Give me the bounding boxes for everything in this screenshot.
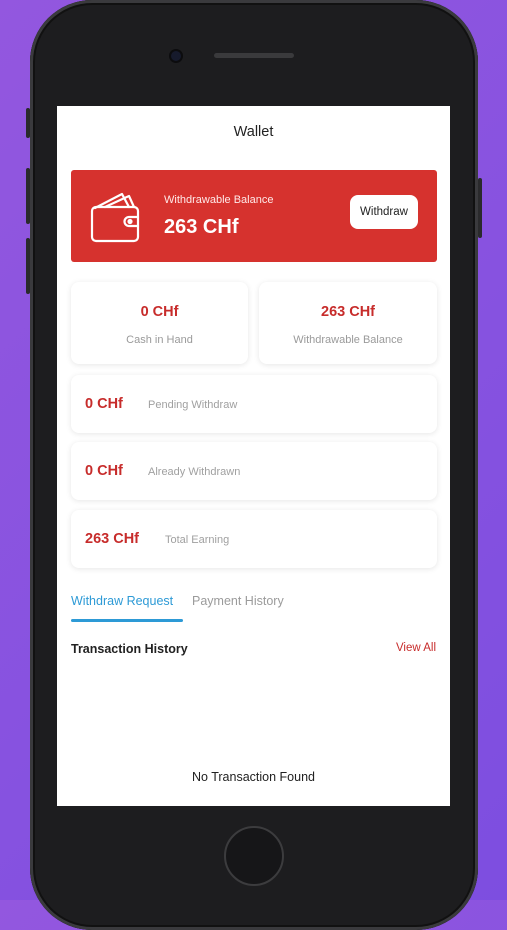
tab-payment-history[interactable]: Payment History (192, 594, 284, 608)
already-withdrawn-label: Already Withdrawn (148, 466, 241, 478)
cash-in-hand-label: Cash in Hand (126, 334, 193, 346)
total-earning-label: Total Earning (165, 534, 230, 546)
app-screen: Wallet Withdrawable Balance 263 CHf With… (57, 106, 450, 806)
balance-label: Withdrawable Balance (164, 194, 274, 206)
view-all-link[interactable]: View All (396, 642, 436, 654)
cash-in-hand-value: 0 CHf (140, 304, 179, 320)
withdrawable-balance-stat-card: 263 CHf Withdrawable Balance (259, 282, 437, 364)
volume-down-button (26, 238, 30, 294)
total-earning-card: 263 CHf Total Earning (71, 510, 437, 568)
empty-state-message: No Transaction Found (192, 770, 315, 784)
already-withdrawn-value: 0 CHf (85, 463, 123, 479)
wallet-icon (90, 192, 140, 243)
home-button[interactable] (224, 826, 284, 886)
already-withdrawn-card: 0 CHf Already Withdrawn (71, 442, 437, 500)
total-earning-value: 263 CHf (85, 531, 139, 547)
earpiece-speaker (214, 53, 294, 58)
withdraw-button[interactable]: Withdraw (350, 195, 418, 229)
cash-in-hand-card: 0 CHf Cash in Hand (71, 282, 248, 364)
mute-switch (26, 108, 30, 138)
active-tab-indicator (71, 619, 183, 622)
balance-value: 263 CHf (164, 216, 239, 238)
withdrawable-balance-card: Withdrawable Balance 263 CHf Withdraw (71, 170, 437, 262)
withdrawable-balance-label: Withdrawable Balance (293, 334, 403, 346)
tab-withdraw-request[interactable]: Withdraw Request (71, 594, 173, 608)
power-button (478, 178, 482, 238)
withdrawable-balance-value: 263 CHf (321, 304, 375, 320)
pending-withdraw-label: Pending Withdraw (148, 399, 238, 411)
front-camera (171, 51, 181, 61)
page-title: Wallet (233, 124, 274, 140)
pending-withdraw-value: 0 CHf (85, 396, 123, 412)
pending-withdraw-card: 0 CHf Pending Withdraw (71, 375, 437, 433)
volume-up-button (26, 168, 30, 224)
transaction-history-title: Transaction History (71, 642, 188, 656)
